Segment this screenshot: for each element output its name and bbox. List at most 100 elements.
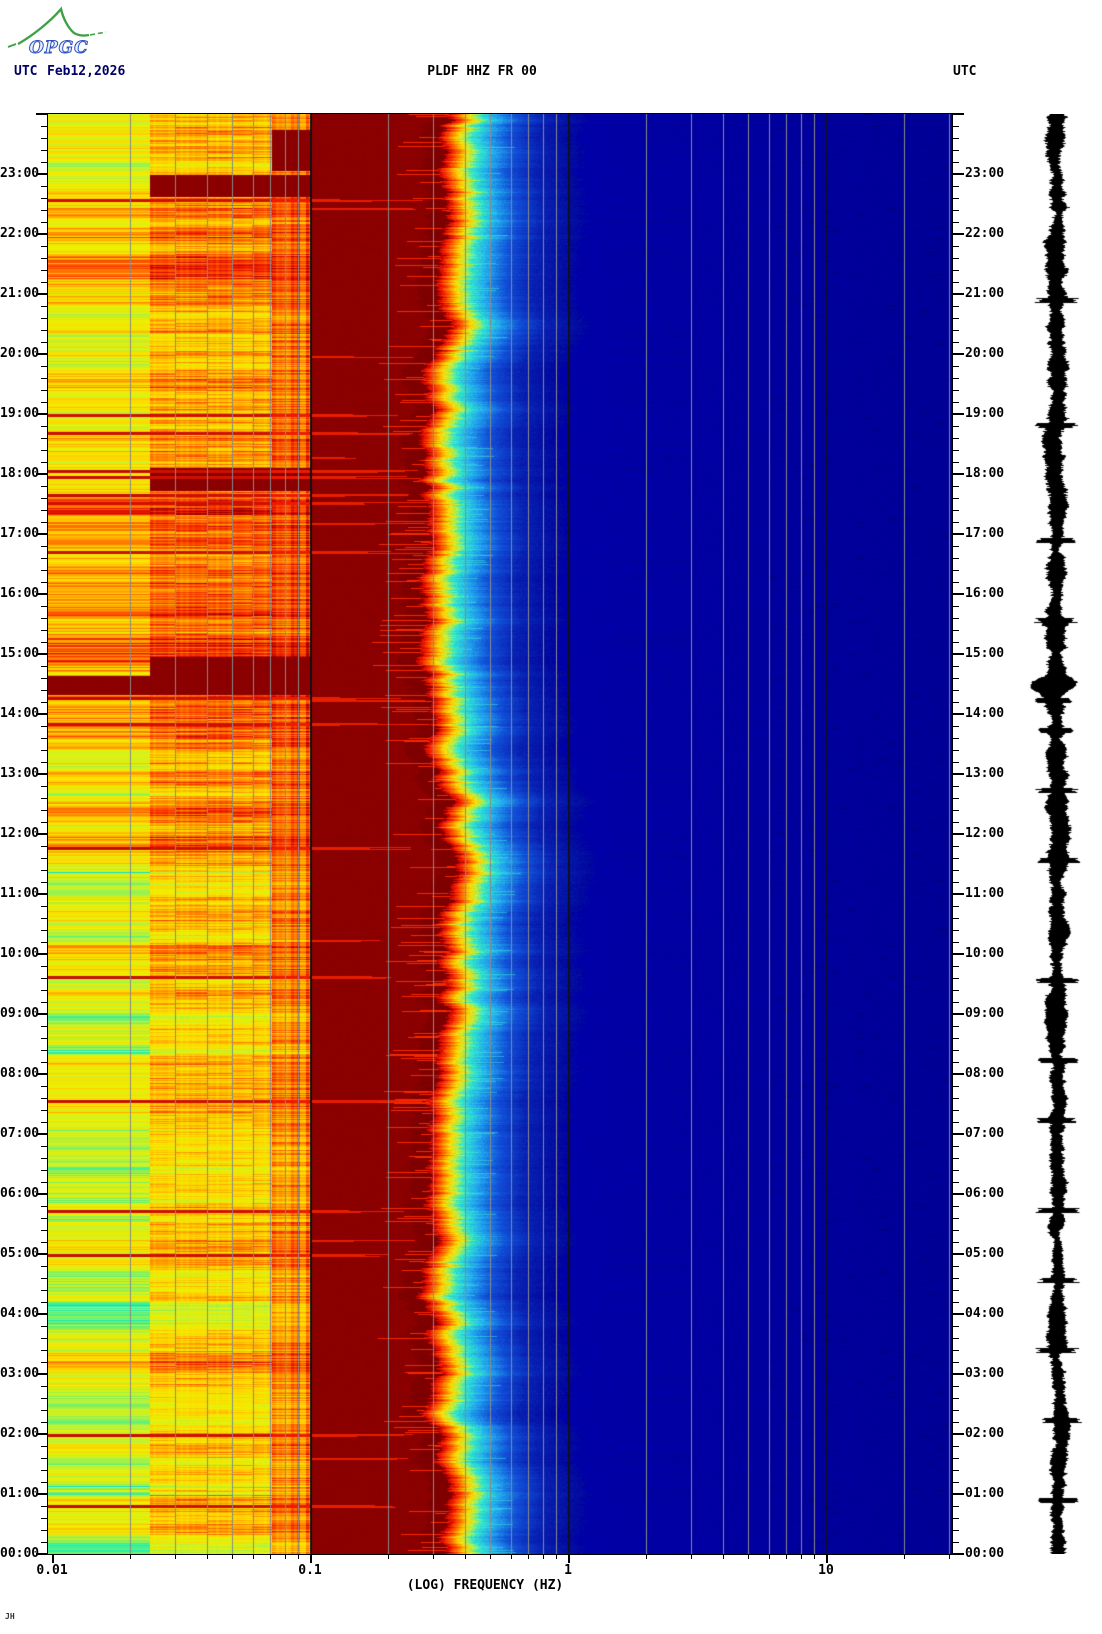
time-tick-right [952, 522, 959, 523]
time-label-left: 04:00 [0, 1307, 38, 1321]
time-tick-left [41, 390, 48, 391]
time-tick-right [952, 678, 959, 679]
time-tick-right [952, 762, 959, 763]
freq-tick-major [826, 1554, 828, 1563]
time-tick-right [952, 438, 959, 439]
page-title: PLDF HHZ FR 00 [427, 65, 537, 79]
freq-tick-minor [270, 1554, 271, 1559]
footer-mark: JH [5, 1612, 15, 1621]
time-label-right: 06:00 [965, 1187, 1004, 1201]
time-tick-right [952, 162, 959, 163]
time-tick-left [41, 1326, 48, 1327]
time-tick-right [952, 210, 959, 211]
header-date: Feb12,2026 [47, 65, 125, 79]
time-tick-right [952, 1133, 964, 1135]
time-tick-left [41, 330, 48, 331]
time-tick-right [952, 1026, 959, 1027]
freq-tick-minor [465, 1554, 466, 1559]
time-tick-left [41, 438, 48, 439]
time-tick-right [952, 1470, 959, 1471]
time-label-left: 23:00 [0, 167, 38, 181]
time-tick-right [952, 930, 959, 931]
time-tick-left [41, 558, 48, 559]
time-tick-right [952, 1098, 959, 1099]
time-tick-right [952, 798, 959, 799]
time-label-left: 17:00 [0, 527, 38, 541]
time-tick-left [41, 582, 48, 583]
time-tick-left [41, 1182, 48, 1183]
freq-tick-minor [646, 1554, 647, 1559]
time-tick-left [41, 1170, 48, 1171]
time-tick-right [952, 773, 964, 775]
time-tick-right [952, 1038, 959, 1039]
time-tick-right [952, 966, 959, 967]
time-tick-left [41, 1110, 48, 1111]
time-tick-right [952, 293, 964, 295]
time-tick-left [41, 246, 48, 247]
time-tick-right [952, 390, 959, 391]
time-tick-right [952, 173, 964, 175]
freq-tick-minor [904, 1554, 905, 1559]
time-tick-left [41, 222, 48, 223]
time-tick-right [952, 1386, 959, 1387]
time-tick-left [41, 306, 48, 307]
time-tick-left [41, 450, 48, 451]
time-tick-left [41, 810, 48, 811]
time-tick-left [41, 342, 48, 343]
time-tick-left [41, 930, 48, 931]
time-tick-left [41, 510, 48, 511]
time-tick-left [41, 162, 48, 163]
time-tick-left [41, 1062, 48, 1063]
time-label-right: 13:00 [965, 767, 1004, 781]
freq-tick-minor [232, 1554, 233, 1559]
time-label-right: 04:00 [965, 1307, 1004, 1321]
freq-tick-minor [769, 1554, 770, 1559]
time-label-right: 22:00 [965, 227, 1004, 241]
spectrogram-plot [47, 113, 953, 1555]
time-label-left: 21:00 [0, 287, 38, 301]
time-tick-right [952, 306, 959, 307]
logo-text: OPGC [29, 38, 89, 58]
time-tick-left [41, 762, 48, 763]
freq-tick-major [52, 1554, 54, 1563]
time-label-right: 20:00 [965, 347, 1004, 361]
time-tick-right [952, 1506, 959, 1507]
time-tick-right [952, 726, 959, 727]
time-tick-left [41, 1542, 48, 1543]
time-tick-right [952, 1518, 959, 1519]
time-tick-right [952, 1013, 964, 1015]
time-tick-left [41, 1362, 48, 1363]
time-tick-right [952, 942, 959, 943]
time-tick-right [952, 713, 964, 715]
time-tick-right [952, 1206, 959, 1207]
time-tick-right [952, 1146, 959, 1147]
header-utc-left: UTC [14, 65, 37, 79]
time-tick-right [952, 1542, 959, 1543]
time-tick-right [952, 1073, 964, 1075]
time-tick-left [41, 822, 48, 823]
time-tick-left [41, 126, 48, 127]
time-tick-right [952, 1410, 959, 1411]
time-label-right: 02:00 [965, 1427, 1004, 1441]
time-tick-right [952, 702, 959, 703]
time-label-right: 23:00 [965, 167, 1004, 181]
time-tick-left [41, 366, 48, 367]
time-tick-left [41, 1206, 48, 1207]
time-tick-left [41, 1278, 48, 1279]
freq-tick-minor [175, 1554, 176, 1559]
time-tick-right [952, 150, 959, 151]
time-tick-right [952, 846, 959, 847]
time-label-left: 09:00 [0, 1007, 38, 1021]
time-tick-left [41, 846, 48, 847]
time-tick-left [41, 282, 48, 283]
time-label-left: 20:00 [0, 347, 38, 361]
time-tick-right [952, 642, 959, 643]
spectrogram-canvas [48, 114, 952, 1554]
time-tick-left [41, 666, 48, 667]
time-label-right: 16:00 [965, 587, 1004, 601]
time-tick-right [952, 1553, 964, 1555]
header-utc-right: UTC [953, 65, 976, 79]
time-tick-left [41, 138, 48, 139]
freq-tick-minor [723, 1554, 724, 1559]
time-tick-left [36, 113, 48, 115]
